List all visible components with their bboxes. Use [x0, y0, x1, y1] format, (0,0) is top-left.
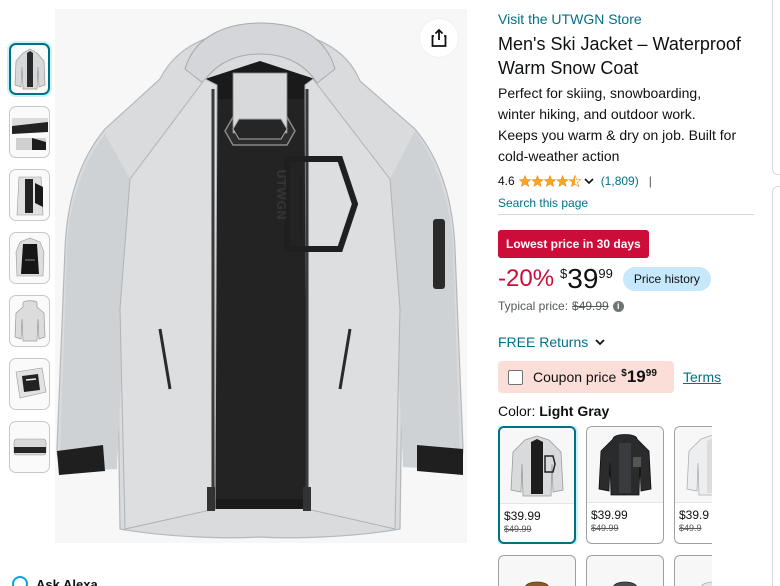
thumbnail-6[interactable] — [9, 358, 50, 410]
ask-alexa-label: Ask Alexa — [36, 576, 98, 586]
selected-color: Light Gray — [539, 403, 610, 419]
free-returns-link[interactable]: FREE Returns — [498, 333, 758, 351]
price-history-button[interactable]: Price history — [622, 267, 711, 291]
jacket-thumbnail-icon — [14, 48, 45, 90]
color-swatch-white[interactable]: $39.9 $49.9 — [674, 426, 712, 544]
typical-price-row: Typical price: $49.99 i — [498, 299, 758, 313]
price-currency: $ — [560, 266, 568, 281]
jacket-detail-thumbnail-icon — [11, 118, 48, 150]
thumbnail-7[interactable] — [9, 421, 50, 473]
brand-print: UTWGN — [274, 169, 288, 220]
search-this-page-link[interactable]: Search this page — [498, 195, 758, 211]
jacket-image: UTWGN — [56, 22, 464, 539]
product-info: Visit the UTWGN Store Men's Ski Jacket –… — [498, 10, 758, 586]
jacket-lining-thumbnail-icon — [15, 237, 44, 277]
coupon-price: $ 19 99 — [621, 367, 657, 387]
info-icon[interactable]: i — [612, 300, 624, 312]
coupon-row: Coupon price $ 19 99 Terms — [498, 361, 758, 393]
price-whole: 39 — [567, 263, 599, 294]
coupon-whole: 19 — [626, 367, 646, 386]
thumbnail-list — [9, 43, 51, 484]
product-description: Perfect for skiing, snowboarding, winter… — [498, 85, 737, 164]
product-title: Men's Ski Jacket – Waterproof Warm Snow … — [498, 34, 741, 78]
swatch-image — [587, 427, 663, 503]
color-swatch-list: $39.99 $49.99 $39.99 $49.99 $39.9 $49.9 — [498, 426, 712, 544]
swatch-price: $39.9 — [679, 508, 710, 522]
color-swatch-silver[interactable] — [674, 555, 712, 586]
typical-price-label: Typical price: — [498, 299, 569, 313]
swatch-image — [675, 427, 712, 503]
rating-separator: | — [648, 174, 652, 188]
swatch-old-price: $49.9 — [679, 523, 702, 533]
thumbnail-1[interactable] — [9, 43, 50, 95]
chevron-down-icon — [595, 339, 605, 346]
swatch-price: $39.99 — [591, 508, 628, 522]
color-swatch-light-gray[interactable]: $39.99 $49.99 — [498, 426, 576, 544]
price-row: -20% $ 39 99 Price history — [498, 264, 758, 294]
swatch-image — [500, 428, 574, 504]
side-panel-edge — [772, 0, 780, 175]
deal-badge: Lowest price in 30 days — [498, 230, 649, 258]
typical-price-value: $49.99 — [572, 299, 609, 313]
buy-box-edge — [772, 186, 780, 586]
rating-count-link[interactable]: (1,809) — [601, 174, 639, 188]
free-returns-label: FREE Returns — [498, 334, 589, 350]
chevron-down-icon[interactable] — [583, 175, 595, 187]
divider — [498, 214, 754, 215]
jacket-cuff-thumbnail-icon — [13, 438, 46, 456]
jacket-swatch-icon — [613, 581, 637, 586]
current-price: $ 39 99 — [560, 264, 613, 294]
jacket-swatch-icon — [598, 433, 652, 495]
color-swatch-dark-gray[interactable] — [586, 555, 664, 586]
coupon-label: Coupon price — [533, 369, 617, 385]
thumbnail-4[interactable] — [9, 232, 50, 284]
jacket-detail-thumbnail-icon — [16, 176, 43, 216]
price-fraction: 99 — [598, 266, 613, 281]
share-button[interactable] — [420, 19, 458, 57]
swatch-price: $39.99 — [504, 509, 541, 523]
jacket-swatch-icon — [701, 581, 712, 586]
swatch-old-price: $49.99 — [504, 524, 532, 534]
jacket-feature-thumbnail-icon — [15, 367, 46, 399]
color-swatch-black[interactable]: $39.99 $49.99 — [586, 426, 664, 544]
jacket-swatch-icon — [525, 581, 549, 586]
store-link[interactable]: Visit the UTWGN Store — [498, 10, 758, 28]
star-icons — [518, 174, 581, 187]
rating-value: 4.6 — [498, 174, 515, 188]
coupon-checkbox[interactable] — [508, 369, 523, 385]
rating-row: 4.6 (1,809) | — [498, 172, 758, 190]
star-rating[interactable] — [518, 174, 581, 188]
jacket-back-thumbnail-icon — [14, 300, 45, 342]
thumbnail-5[interactable] — [9, 295, 50, 347]
color-swatch-list-row-2 — [498, 555, 712, 586]
alexa-icon — [12, 576, 28, 586]
color-label: Color: — [498, 403, 536, 419]
color-selection-label: Color: Light Gray — [498, 402, 758, 420]
coupon-terms-link[interactable]: Terms — [683, 369, 721, 385]
swatch-old-price: $49.99 — [591, 523, 619, 533]
jacket-swatch-icon — [686, 434, 712, 495]
color-swatch-brown[interactable] — [498, 555, 576, 586]
thumbnail-2[interactable] — [9, 106, 50, 158]
share-icon — [431, 28, 447, 47]
thumbnail-3[interactable] — [9, 169, 50, 221]
ask-alexa-row[interactable]: Ask Alexa — [12, 576, 98, 586]
jacket-swatch-icon — [510, 435, 564, 496]
coupon-box: Coupon price $ 19 99 — [498, 361, 674, 393]
discount-percent: -20% — [498, 265, 555, 292]
coupon-fraction: 99 — [645, 368, 657, 379]
main-product-image[interactable]: UTWGN — [55, 9, 467, 543]
